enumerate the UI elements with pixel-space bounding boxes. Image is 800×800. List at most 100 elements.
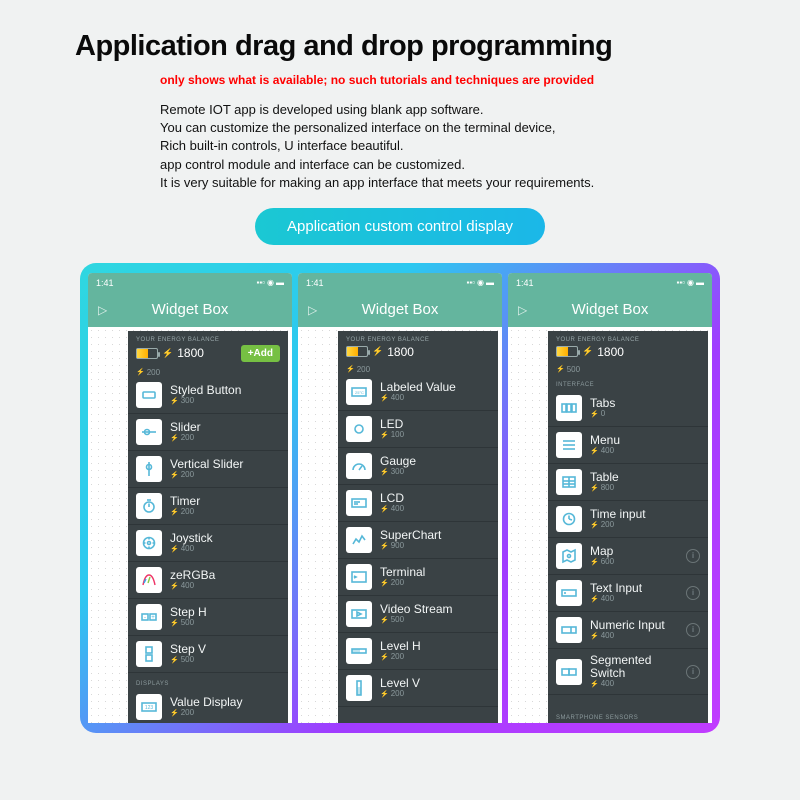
widget-item[interactable]: -+ Step H ⚡500 (128, 599, 288, 636)
widget-item[interactable]: Gauge ⚡300 (338, 448, 498, 485)
section-header: DISPLAYS (128, 673, 288, 689)
widget-item[interactable]: Step V ⚡500 (128, 636, 288, 673)
app-title: Widget Box (508, 301, 712, 318)
widget-cost: ⚡800 (590, 484, 700, 493)
led-icon (346, 416, 372, 442)
widget-cost: ⚡400 (590, 632, 678, 641)
battery-icon (136, 348, 158, 359)
bolt-icon: ⚡ (162, 348, 173, 359)
phone-screenshot-middle: 1:41 ▪▪▫ ◉ ▬ ▷ Widget Box YOUR ENERGY BA… (298, 273, 502, 723)
widget-cost: ⚡400 (380, 505, 490, 514)
section-header: INTERFACE (548, 374, 708, 390)
widget-cost: ⚡200 (170, 508, 280, 517)
menu-icon (556, 432, 582, 458)
signal-icon: ▪▪▫ (257, 278, 266, 287)
widget-cost: ⚡200 (170, 471, 280, 480)
zebra-icon (136, 567, 162, 593)
level-h-icon (346, 638, 372, 664)
tabs-icon (556, 395, 582, 421)
info-icon[interactable]: i (686, 586, 700, 600)
widget-name: Tabs (590, 397, 700, 410)
add-button[interactable]: +Add (241, 345, 280, 362)
widget-item[interactable]: LCD ⚡400 (338, 485, 498, 522)
info-icon[interactable]: i (686, 549, 700, 563)
play-icon[interactable]: ▷ (98, 303, 107, 317)
energy-balance-label: YOUR ENERGY BALANCE (346, 337, 490, 343)
widget-panel[interactable]: YOUR ENERGY BALANCE ⚡ 1800 ⚡500INTERFACE… (548, 331, 708, 723)
partial-item[interactable]: ⚡500 (548, 363, 708, 374)
widget-item[interactable]: Numeric Input ⚡400 i (548, 612, 708, 649)
energy-value: 1800 (387, 345, 414, 359)
widget-item[interactable]: Tabs ⚡0 (548, 390, 708, 427)
partial-item[interactable]: ⚡200 (338, 363, 498, 374)
app-bar: ▷ Widget Box (88, 293, 292, 327)
map-icon (556, 543, 582, 569)
widget-cost: ⚡500 (170, 656, 280, 665)
widget-item[interactable]: Menu ⚡400 (548, 427, 708, 464)
battery-status-icon: ▬ (486, 278, 494, 287)
video-icon (346, 601, 372, 627)
info-icon[interactable]: i (686, 665, 700, 679)
play-icon[interactable]: ▷ (518, 303, 527, 317)
widget-item[interactable]: 123 Value Display ⚡200 (128, 689, 288, 723)
signal-icon: ▪▪▫ (677, 278, 686, 287)
battery-icon (556, 346, 578, 357)
widget-cost: ⚡400 (170, 545, 280, 554)
widget-item[interactable]: Styled Button ⚡300 (128, 377, 288, 414)
widget-cost: ⚡200 (170, 709, 280, 718)
status-time: 1:41 (306, 278, 324, 288)
widget-cost: ⚡400 (380, 394, 490, 403)
chart-icon (346, 527, 372, 553)
widget-item[interactable]: Level H ⚡200 (338, 633, 498, 670)
status-bar: 1:41 ▪▪▫ ◉ ▬ (508, 273, 712, 293)
widget-cost: ⚡200 (380, 690, 490, 699)
battery-icon (346, 346, 368, 357)
widget-cost: ⚡200 (170, 434, 280, 443)
app-title: Widget Box (298, 301, 502, 318)
widget-item[interactable]: Table ⚡800 (548, 464, 708, 501)
widget-panel[interactable]: YOUR ENERGY BALANCE ⚡ 1800 ⚡200 25°C Lab… (338, 331, 498, 723)
wifi-icon: ◉ (477, 278, 484, 287)
app-bar: ▷ Widget Box (508, 293, 712, 327)
energy-value: 1800 (597, 345, 624, 359)
terminal-icon (346, 564, 372, 590)
svg-text:-: - (144, 615, 146, 621)
widget-item[interactable]: Text Input ⚡400 i (548, 575, 708, 612)
joystick-icon (136, 530, 162, 556)
widget-item[interactable]: Time input ⚡200 (548, 501, 708, 538)
info-icon[interactable]: i (686, 623, 700, 637)
widget-cost: ⚡300 (170, 397, 280, 406)
level-v-icon (346, 675, 372, 701)
widget-item[interactable]: 25°C Labeled Value ⚡400 (338, 374, 498, 411)
section-header: SMARTPHONE SENSORS (548, 707, 708, 723)
section-badge: Application custom control display (255, 208, 545, 245)
widget-cost: ⚡200 (380, 653, 490, 662)
step-h-icon: -+ (136, 604, 162, 630)
widget-item[interactable]: Terminal ⚡200 (338, 559, 498, 596)
time-icon (556, 506, 582, 532)
widget-item[interactable]: Slider ⚡200 (128, 414, 288, 451)
widget-item[interactable]: Video Stream ⚡500 (338, 596, 498, 633)
widget-item[interactable]: Timer ⚡200 (128, 488, 288, 525)
status-bar: 1:41 ▪▪▫ ◉ ▬ (88, 273, 292, 293)
svg-text:+: + (151, 615, 155, 621)
widget-item[interactable]: Joystick ⚡400 (128, 525, 288, 562)
energy-balance-label: YOUR ENERGY BALANCE (136, 337, 280, 343)
widget-name: Segmented Switch (590, 654, 678, 680)
widget-item[interactable]: Map ⚡600 i (548, 538, 708, 575)
app-title: Widget Box (88, 301, 292, 318)
status-time: 1:41 (96, 278, 114, 288)
widget-item[interactable]: zeRGBa ⚡400 (128, 562, 288, 599)
widget-item[interactable]: SuperChart ⚡900 (338, 522, 498, 559)
svg-text:25°C: 25°C (355, 390, 364, 395)
widget-panel[interactable]: YOUR ENERGY BALANCE ⚡ 1800 +Add ⚡200 Sty… (128, 331, 288, 723)
widget-cost: ⚡400 (590, 447, 700, 456)
status-time: 1:41 (516, 278, 534, 288)
lcd-icon (346, 490, 372, 516)
widget-item[interactable]: Segmented Switch ⚡400 i (548, 649, 708, 695)
widget-item[interactable]: Vertical Slider ⚡200 (128, 451, 288, 488)
play-icon[interactable]: ▷ (308, 303, 317, 317)
widget-item[interactable]: LED ⚡100 (338, 411, 498, 448)
partial-item[interactable]: ⚡200 (128, 366, 288, 377)
widget-item[interactable]: Level V ⚡200 (338, 670, 498, 707)
